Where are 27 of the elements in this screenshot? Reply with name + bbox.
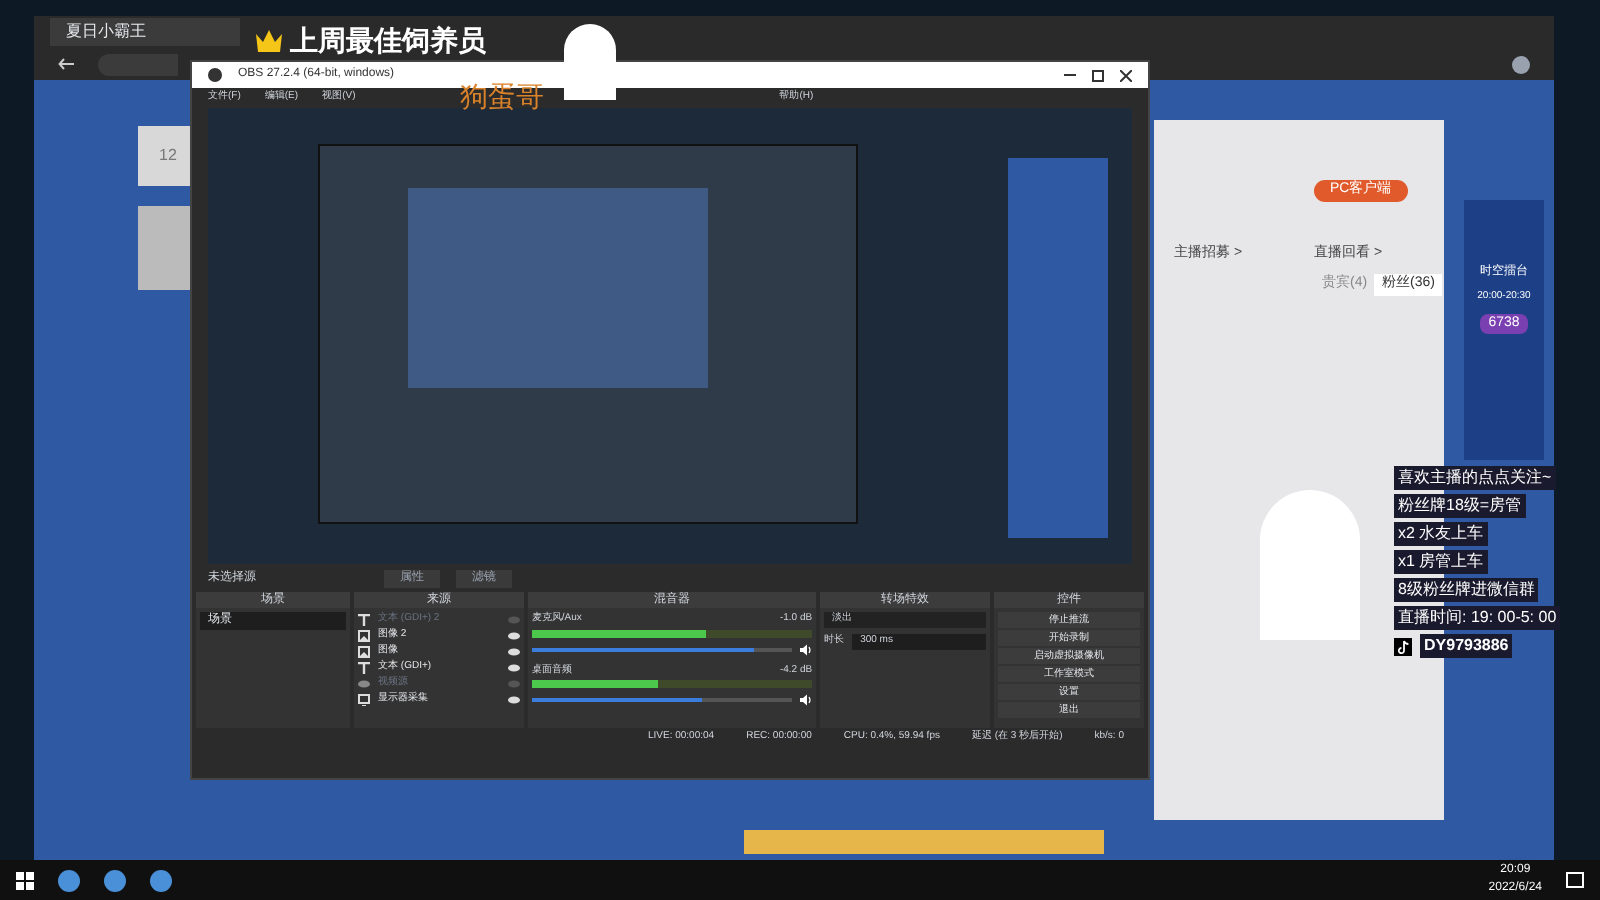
visibility-eye-icon[interactable] — [507, 695, 520, 703]
browser-icon[interactable] — [104, 869, 126, 891]
obs-logo-icon — [208, 68, 222, 82]
visibility-eye-icon[interactable] — [507, 631, 520, 639]
image-icon — [358, 645, 371, 657]
monitor-icon — [358, 693, 371, 705]
visibility-eye-icon[interactable] — [507, 647, 520, 655]
browser-tab[interactable]: 夏日小霸王 — [50, 18, 240, 46]
image-icon — [358, 629, 371, 641]
visibility-eye-icon[interactable] — [507, 663, 520, 671]
viewer-name: 狗蛋哥 — [460, 78, 544, 116]
app-icon[interactable] — [58, 869, 80, 891]
badge-text: 上周最佳饲养员 — [290, 22, 486, 60]
douyin-id: DY9793886 — [1420, 634, 1513, 658]
text-type-icon — [358, 613, 371, 625]
close-icon[interactable] — [1120, 69, 1132, 81]
crown-icon — [256, 30, 282, 52]
recorder-icon[interactable] — [150, 869, 172, 891]
maximize-icon[interactable] — [1092, 69, 1104, 81]
notification-icon[interactable] — [1566, 872, 1584, 888]
back-arrow-icon[interactable] — [58, 58, 74, 70]
speaker-icon[interactable] — [800, 694, 813, 706]
windows-start-icon[interactable] — [16, 871, 34, 889]
speaker-icon[interactable] — [800, 643, 813, 655]
profile-avatar-icon[interactable] — [1512, 55, 1530, 73]
text-type-icon — [358, 661, 371, 673]
eye-icon — [358, 677, 371, 689]
